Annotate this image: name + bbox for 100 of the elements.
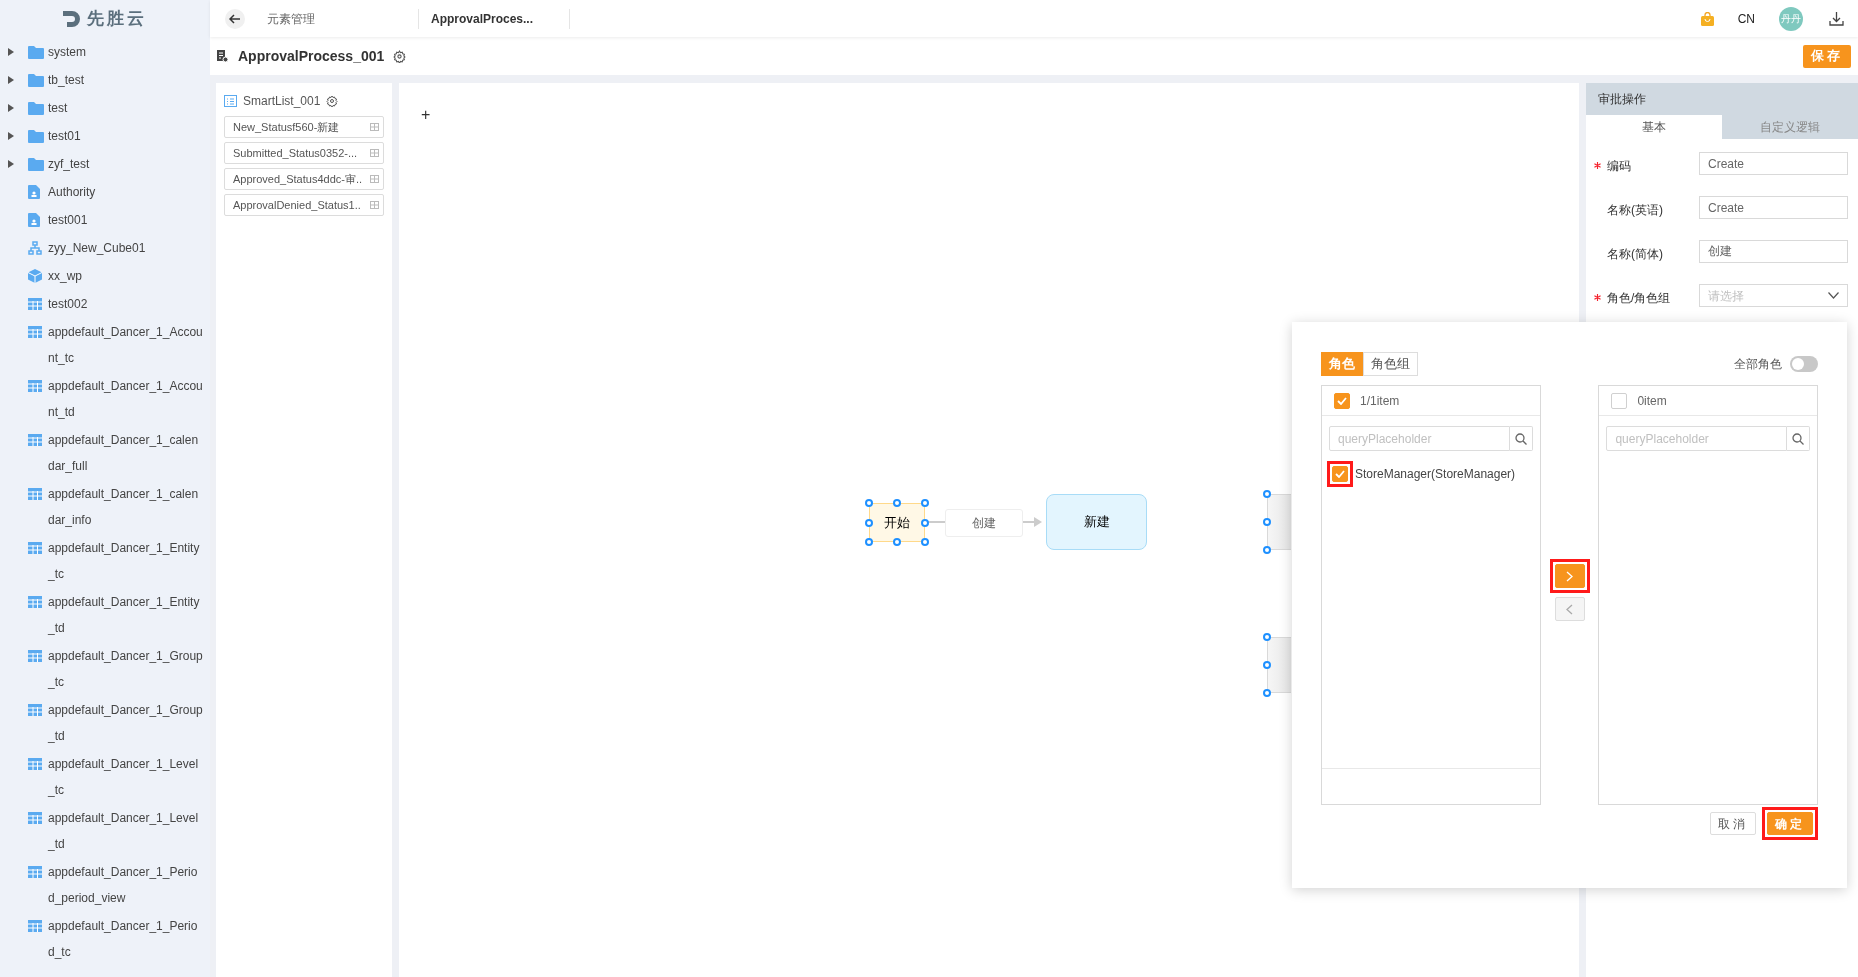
status-label: ApprovalDenied_Status1.. xyxy=(233,197,362,213)
resize-handle[interactable] xyxy=(1263,518,1271,526)
tree-item[interactable]: xx_wp xyxy=(0,262,210,290)
resize-handle[interactable] xyxy=(865,499,873,507)
resize-handle[interactable] xyxy=(1263,490,1271,498)
table-icon xyxy=(28,812,42,824)
table-icon xyxy=(28,434,42,446)
logo-text: 先胜云 xyxy=(87,8,147,31)
status-item[interactable]: Submitted_Status0352-... xyxy=(224,142,384,164)
table-icon xyxy=(28,542,42,554)
settings-icon[interactable] xyxy=(326,95,339,107)
checkmark-icon[interactable] xyxy=(1337,396,1347,405)
expand-caret-icon[interactable] xyxy=(8,104,14,112)
table-icon xyxy=(28,704,42,716)
cube-icon xyxy=(28,269,42,283)
text-field[interactable]: Create xyxy=(1699,196,1848,219)
search-button[interactable] xyxy=(1787,426,1810,451)
grid-icon[interactable] xyxy=(370,201,379,209)
chevron-down-icon[interactable] xyxy=(1828,292,1839,299)
segment-tab[interactable]: 角色组 xyxy=(1363,352,1418,376)
field-label: 角色/角色组 xyxy=(1607,289,1672,307)
tree-item-label: appdefault_Dancer_1_Period_tc xyxy=(48,918,199,961)
panel-tab[interactable]: 基本 xyxy=(1586,115,1722,139)
tree-item[interactable]: appdefault_Dancer_1_Period_tc xyxy=(0,912,210,966)
select-placeholder: 请选择 xyxy=(1708,287,1745,305)
status-item[interactable]: ApprovalDenied_Status1.. xyxy=(224,194,384,216)
language-label[interactable]: CN xyxy=(1737,9,1755,28)
tree-item[interactable]: Authority xyxy=(0,178,210,206)
tree-item[interactable]: test002 xyxy=(0,290,210,318)
resize-handle[interactable] xyxy=(1263,633,1271,641)
tree-item-label: test01 xyxy=(48,128,81,145)
grid-icon[interactable] xyxy=(370,123,379,131)
expand-caret-icon[interactable] xyxy=(8,76,14,84)
resize-handle[interactable] xyxy=(1263,661,1271,669)
folder-icon xyxy=(28,73,44,87)
tree-item-label: test002 xyxy=(48,296,88,313)
role-option[interactable]: StoreManager(StoreManager) xyxy=(1355,465,1516,483)
resize-handle[interactable] xyxy=(893,499,901,507)
state-node[interactable]: 新建 xyxy=(1046,494,1147,550)
text-field[interactable]: Create xyxy=(1699,152,1848,175)
status-item[interactable]: Approved_Status4ddc-审.. xyxy=(224,168,384,190)
resize-handle[interactable] xyxy=(865,518,873,527)
expand-caret-icon[interactable] xyxy=(8,48,14,56)
checkmark-icon[interactable] xyxy=(1335,470,1345,478)
document-icon xyxy=(28,213,40,227)
panel-title: 审批操作 xyxy=(1598,91,1646,108)
tree-item[interactable]: test xyxy=(0,94,210,122)
state-node[interactable] xyxy=(1267,494,1291,550)
process-icon xyxy=(217,50,228,62)
checkbox[interactable] xyxy=(1334,392,1350,409)
search-field[interactable]: queryPlaceholder xyxy=(1606,426,1787,451)
search-field[interactable]: queryPlaceholder xyxy=(1329,426,1510,451)
add-button[interactable]: + xyxy=(421,103,431,127)
status-label: Approved_Status4ddc-审.. xyxy=(233,171,364,187)
resize-handle[interactable] xyxy=(1263,546,1271,554)
status-item[interactable]: New_Statusf560-新建 xyxy=(224,116,384,138)
item-count: 0item xyxy=(1637,392,1667,410)
resize-handle[interactable] xyxy=(921,518,929,527)
state-node[interactable] xyxy=(1267,637,1291,693)
resize-handle[interactable] xyxy=(921,538,929,546)
arrow xyxy=(1023,516,1043,528)
tree-item-label: zyf_test xyxy=(48,156,90,173)
tree-item[interactable]: zyf_test xyxy=(0,150,210,178)
toggle-switch[interactable] xyxy=(1790,356,1818,372)
search-button[interactable] xyxy=(1509,426,1533,451)
folder-icon xyxy=(28,101,44,115)
chevron-right-icon[interactable] xyxy=(1566,570,1573,582)
tree-item[interactable]: tb_test xyxy=(0,66,210,94)
toggle-label: 全部角色 xyxy=(1734,356,1782,373)
folder-icon xyxy=(28,129,44,143)
cancel-button[interactable]: 取消 xyxy=(1710,812,1756,835)
tree-item[interactable]: test01 xyxy=(0,122,210,150)
tree-item-label: system xyxy=(48,44,86,61)
breadcrumb-tab[interactable]: ApprovalProces... xyxy=(431,9,534,28)
tree-item[interactable]: test001 xyxy=(0,206,210,234)
tree-item[interactable]: system xyxy=(0,38,210,66)
expand-caret-icon[interactable] xyxy=(8,132,14,140)
resize-handle[interactable] xyxy=(1263,689,1271,697)
search-icon[interactable] xyxy=(1792,432,1804,445)
start-node[interactable]: 开始 xyxy=(869,503,925,542)
item-count: 1/1item xyxy=(1360,392,1400,410)
breadcrumb-tab[interactable]: 元素管理 xyxy=(267,9,315,28)
download-icon[interactable] xyxy=(1829,11,1844,26)
grid-icon[interactable] xyxy=(370,175,379,183)
settings-icon[interactable] xyxy=(393,49,407,63)
checkbox[interactable] xyxy=(1611,392,1628,409)
checkbox[interactable] xyxy=(1332,466,1348,482)
search-icon[interactable] xyxy=(1514,432,1527,445)
folder-icon xyxy=(28,45,44,59)
resize-handle[interactable] xyxy=(921,499,929,507)
tree-item[interactable]: zyy_New_Cube01 xyxy=(0,234,210,262)
resize-handle[interactable] xyxy=(893,538,901,546)
expand-caret-icon[interactable] xyxy=(8,160,14,168)
resize-handle[interactable] xyxy=(865,538,873,546)
text-field[interactable]: 创建 xyxy=(1699,240,1848,263)
tree-item-label: zyy_New_Cube01 xyxy=(48,240,146,257)
tree-item-label: test xyxy=(48,100,68,117)
edge-label[interactable]: 创建 xyxy=(945,509,1023,537)
shopping-bag-icon[interactable] xyxy=(1700,11,1714,26)
grid-icon[interactable] xyxy=(370,149,379,157)
